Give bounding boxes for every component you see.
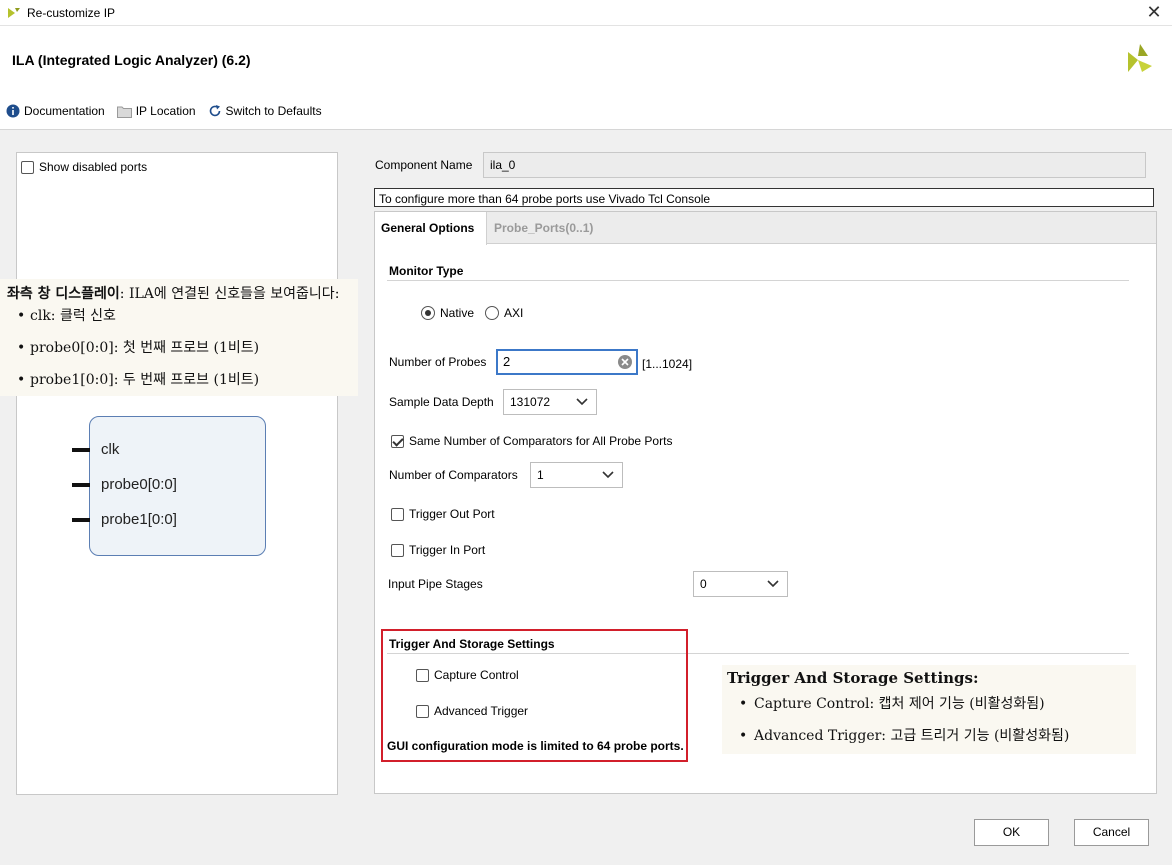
probe-limit-warning: GUI configuration mode is limited to 64 … — [387, 739, 684, 753]
ok-button[interactable]: OK — [974, 819, 1049, 846]
annotation-left-title: 좌측 창 디스플레이: ILA에 연결된 신호들을 보여줍니다: — [7, 283, 339, 303]
tab-strip: General Options Probe_Ports(0..1) — [375, 212, 1156, 245]
switch-defaults-button[interactable]: Switch to Defaults — [208, 104, 322, 118]
axi-radio[interactable] — [485, 306, 500, 320]
num-comparators-label: Number of Comparators — [389, 468, 518, 482]
documentation-button[interactable]: Documentation — [6, 104, 105, 118]
list-item: probe1[0:0]: 두 번째 프로브 (1비트) — [17, 371, 259, 403]
trigger-out-option[interactable]: Trigger Out Port — [391, 507, 495, 521]
show-disabled-ports[interactable]: Show disabled ports — [21, 160, 147, 174]
title-bar: Re-customize IP ✕ — [0, 0, 1172, 26]
divider — [387, 280, 1129, 281]
ip-location-label: IP Location — [135, 104, 196, 118]
pipe-stages-label: Input Pipe Stages — [388, 577, 483, 591]
port-probe1: probe1[0:0] — [72, 511, 177, 528]
annotation-left-panel: 좌측 창 디스플레이: ILA에 연결된 신호들을 보여줍니다: clk: 클럭… — [0, 279, 358, 396]
trigger-in-option[interactable]: Trigger In Port — [391, 543, 485, 557]
pipe-stages-select[interactable]: 0 — [693, 571, 788, 597]
cancel-button[interactable]: Cancel — [1074, 819, 1149, 846]
annotation-right-panel: Trigger And Storage Settings: Capture Co… — [722, 665, 1136, 754]
num-comparators-value: 1 — [537, 468, 544, 482]
port-stub — [72, 447, 90, 452]
refresh-icon — [209, 105, 220, 117]
component-name-field[interactable]: ila_0 — [483, 152, 1146, 178]
port-clk: clk — [72, 441, 119, 458]
annotation-right-title: Trigger And Storage Settings: — [727, 669, 979, 687]
native-radio[interactable] — [421, 306, 435, 320]
trigger-out-label: Trigger Out Port — [409, 507, 495, 521]
ip-header: ILA (Integrated Logic Analyzer) (6.2) Do… — [0, 26, 1172, 130]
num-probes-value: 2 — [503, 354, 511, 369]
monitor-type-radios: Native AXI — [421, 306, 523, 320]
tab-general-options[interactable]: General Options — [375, 212, 487, 245]
component-name-label: Component Name — [375, 158, 473, 172]
annotation-right-list: Capture Control: 캡처 제어 기능 (비활성화됨) Advanc… — [739, 695, 1069, 759]
xilinx-logo-icon — [1128, 44, 1152, 72]
switch-defaults-label: Switch to Defaults — [225, 104, 322, 118]
annotation-left-list: clk: 클럭 신호 probe0[0:0]: 첫 번째 프로브 (1비트) p… — [17, 307, 259, 403]
close-icon[interactable]: ✕ — [1144, 2, 1164, 22]
pipe-stages-value: 0 — [700, 577, 707, 591]
port-stub — [72, 517, 90, 522]
num-probes-label: Number of Probes — [389, 355, 487, 369]
vivado-app-icon — [8, 8, 20, 18]
annotation-left-title-bold: 좌측 창 디스플레이 — [7, 286, 120, 302]
annotation-left-title-rest: : ILA에 연결된 신호들을 보여줍니다: — [119, 286, 340, 302]
port-label: probe0[0:0] — [101, 476, 177, 493]
chevron-down-icon — [576, 398, 588, 406]
list-item: Advanced Trigger: 고급 트리거 기능 (비활성화됨) — [739, 727, 1069, 759]
toolbar: Documentation IP Location Switch to Defa… — [6, 104, 322, 118]
same-comparators-label: Same Number of Comparators for All Probe… — [409, 434, 673, 448]
num-probes-range: [1...1024] — [642, 357, 693, 371]
ip-title: ILA (Integrated Logic Analyzer) (6.2) — [12, 52, 251, 68]
chevron-down-icon — [602, 471, 614, 479]
trigger-out-checkbox[interactable] — [391, 507, 404, 521]
clear-icon[interactable] — [617, 354, 633, 370]
port-probe0: probe0[0:0] — [72, 476, 177, 493]
axi-label: AXI — [504, 306, 524, 320]
probe-info-message: To configure more than 64 probe ports us… — [374, 188, 1154, 207]
ip-location-button[interactable]: IP Location — [116, 104, 196, 118]
sample-depth-value: 131072 — [510, 395, 551, 409]
folder-icon — [116, 106, 132, 118]
same-comparators-checkbox[interactable] — [391, 434, 404, 448]
show-disabled-checkbox[interactable] — [21, 160, 34, 174]
list-item: Capture Control: 캡처 제어 기능 (비활성화됨) — [739, 695, 1069, 727]
list-item: probe0[0:0]: 첫 번째 프로브 (1비트) — [17, 339, 259, 371]
list-item: clk: 클럭 신호 — [17, 307, 259, 339]
num-comparators-select[interactable]: 1 — [530, 462, 623, 488]
trigger-in-checkbox[interactable] — [391, 543, 404, 557]
tab-probe-ports[interactable]: Probe_Ports(0..1) — [488, 212, 599, 244]
show-disabled-label: Show disabled ports — [39, 160, 148, 174]
info-icon — [6, 104, 20, 118]
port-label: clk — [101, 441, 120, 458]
num-probes-input[interactable]: 2 — [496, 349, 638, 375]
documentation-label: Documentation — [24, 104, 105, 118]
native-label: Native — [440, 306, 475, 320]
chevron-down-icon — [767, 580, 779, 588]
window-title: Re-customize IP — [27, 6, 116, 20]
monitor-type-title: Monitor Type — [389, 264, 464, 278]
trigger-in-label: Trigger In Port — [409, 543, 486, 557]
sample-depth-label: Sample Data Depth — [389, 395, 494, 409]
sample-depth-select[interactable]: 131072 — [503, 389, 597, 415]
same-comparators-option[interactable]: Same Number of Comparators for All Probe… — [391, 434, 672, 448]
port-stub — [72, 482, 90, 487]
port-label: probe1[0:0] — [101, 511, 177, 528]
